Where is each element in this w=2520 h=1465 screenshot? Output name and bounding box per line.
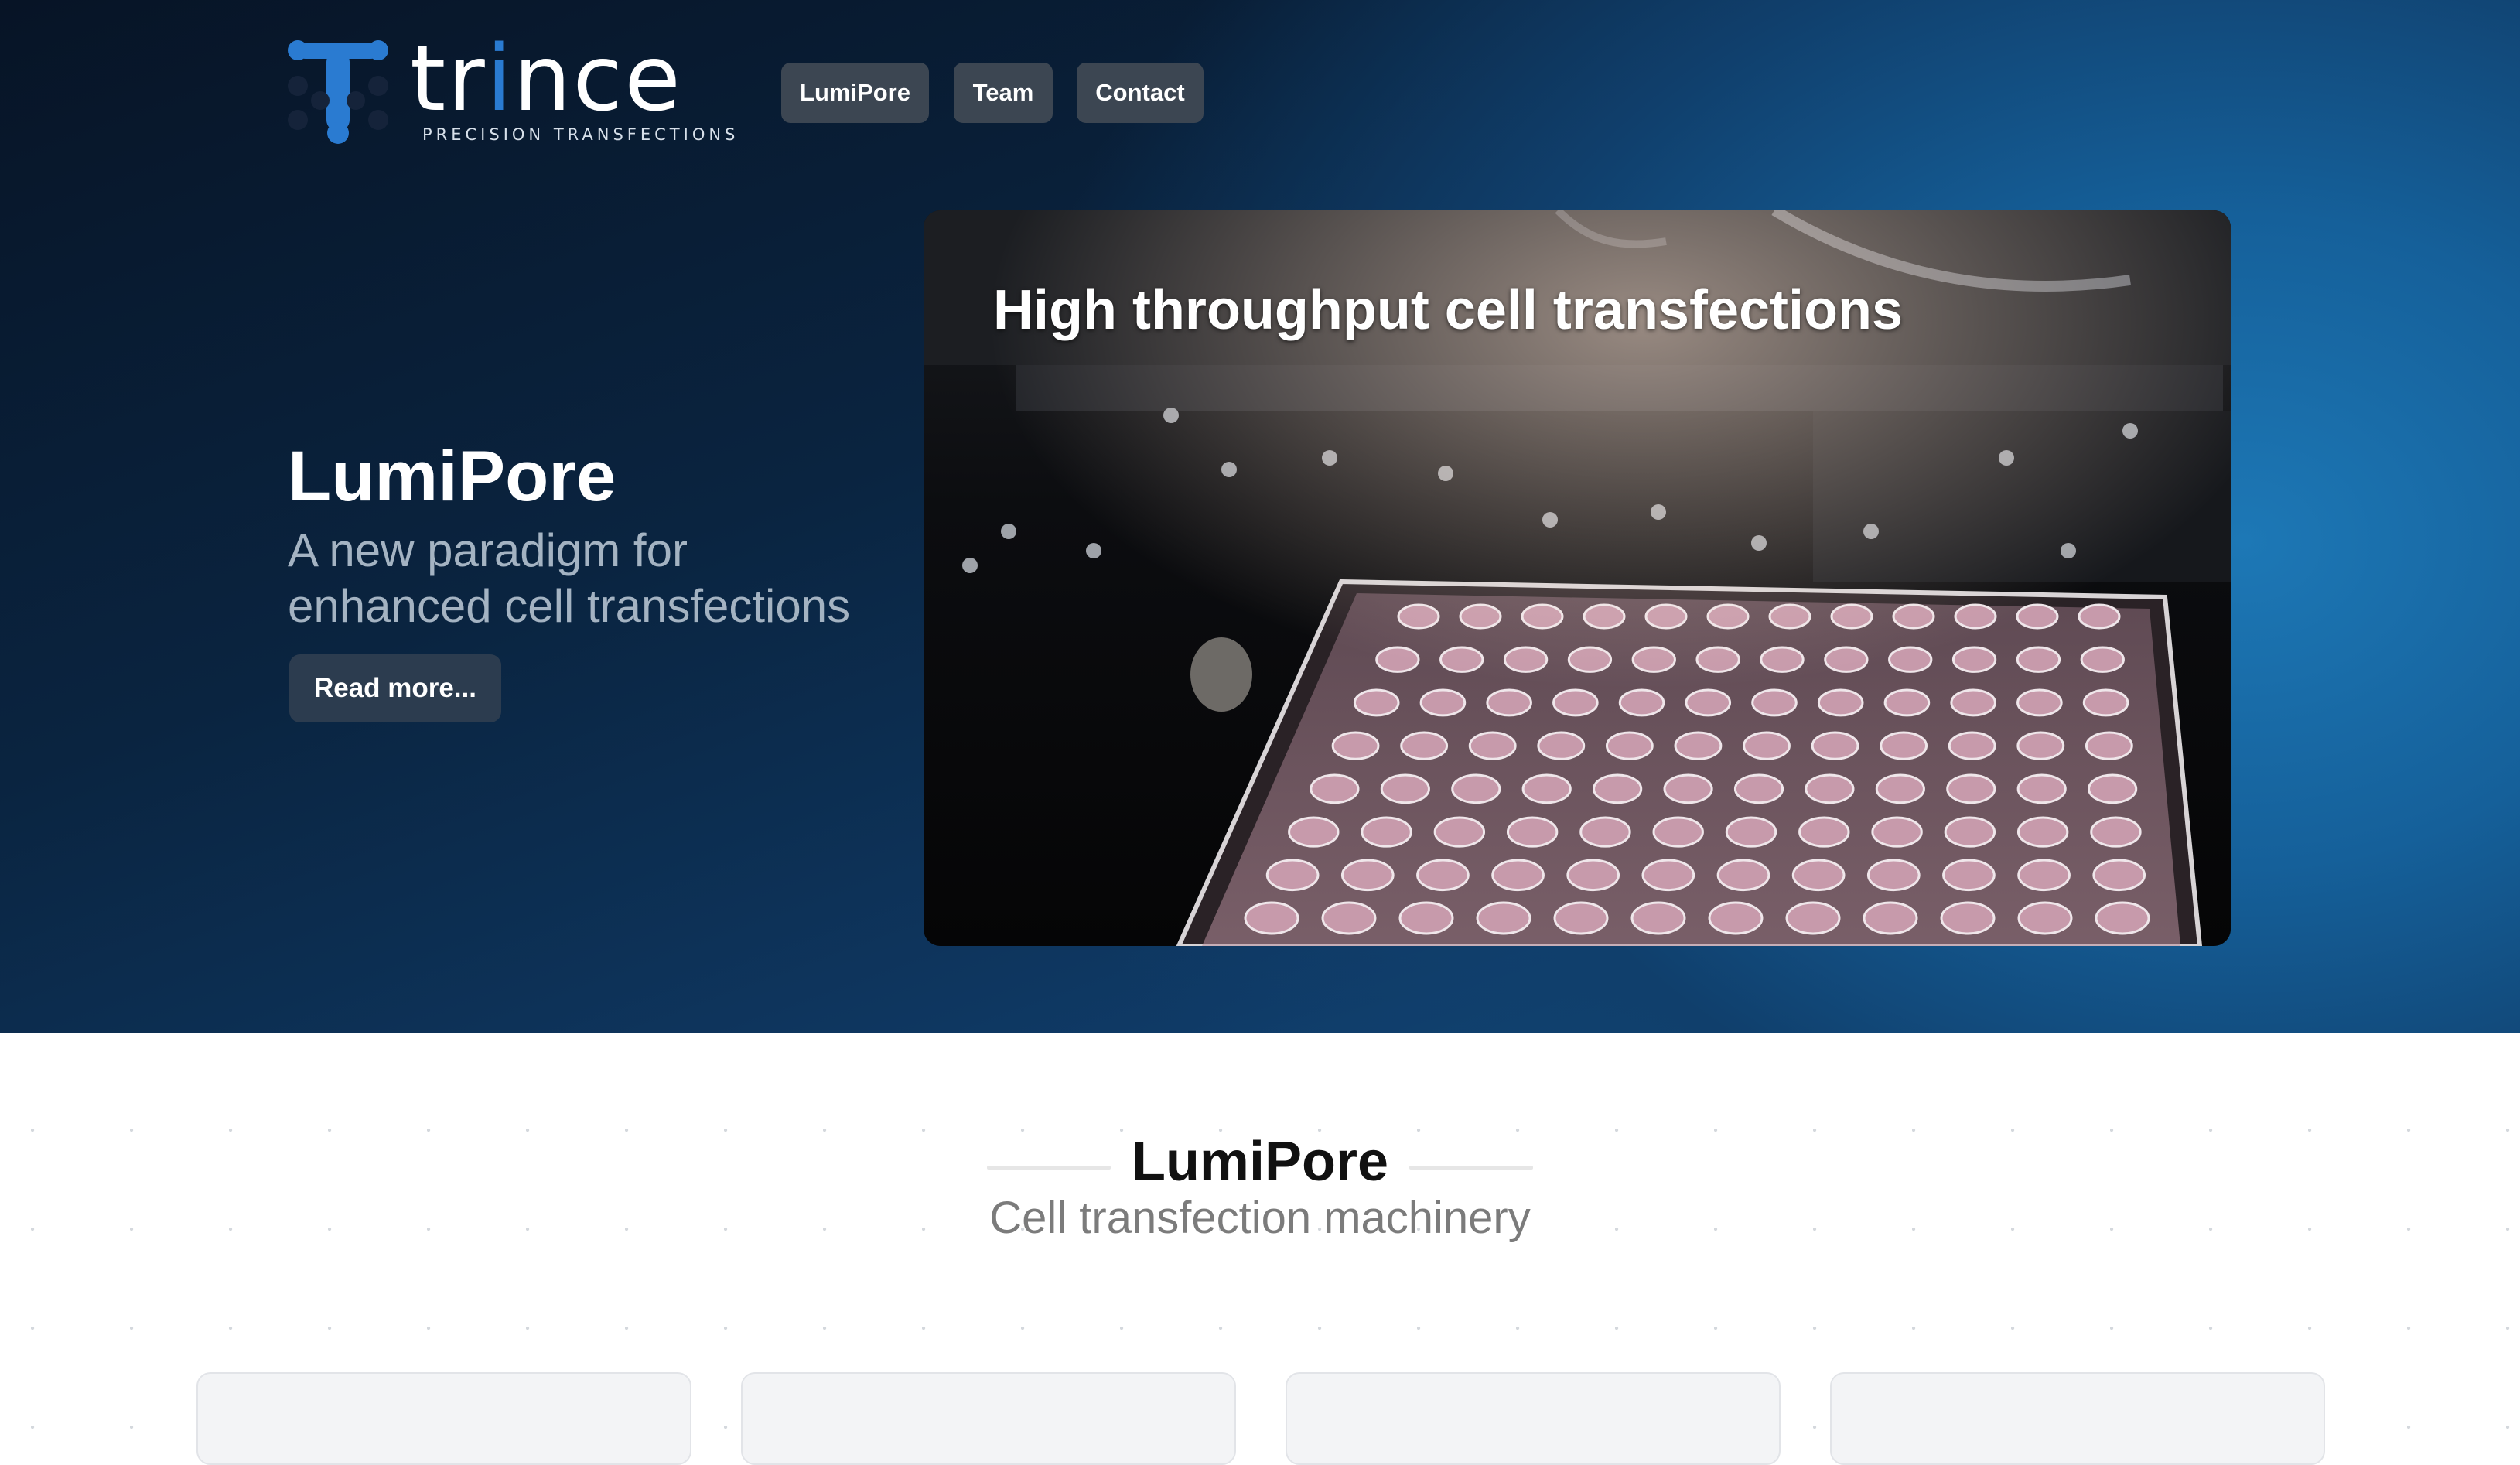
feature-card[interactable] [1286,1372,1781,1465]
section-title: LumiPore [1131,1131,1389,1193]
nav-contact-button[interactable]: Contact [1077,63,1204,123]
read-more-button[interactable]: Read more... [289,654,501,722]
nav-lumipore-button[interactable]: LumiPore [781,63,929,123]
hero-subtitle-line-1: A new paradigm for [288,524,688,576]
video-caption: High throughput cell transfections [993,279,1904,341]
hero-section: trince PRECISION TRANSFECTIONS LumiPore … [0,0,2520,1033]
feature-card[interactable] [196,1372,691,1465]
feature-card[interactable] [741,1372,1236,1465]
hero-subtitle: A new paradigm for enhanced cell transfe… [288,523,907,634]
logo-wordmark: trince [410,25,682,131]
logo-tagline: PRECISION TRANSFECTIONS [422,125,739,144]
logo-mark-icon [288,39,388,147]
section-subtitle: Cell transfection machinery [989,1193,1531,1243]
feature-card[interactable] [1830,1372,2325,1465]
hero-subtitle-line-2: enhanced cell transfections [288,580,851,632]
hero-video[interactable]: High throughput cell transfections [924,210,2231,946]
trince-logo[interactable]: trince PRECISION TRANSFECTIONS [288,32,735,147]
nav-team-button[interactable]: Team [954,63,1053,123]
hero-title: LumiPore [288,437,616,516]
